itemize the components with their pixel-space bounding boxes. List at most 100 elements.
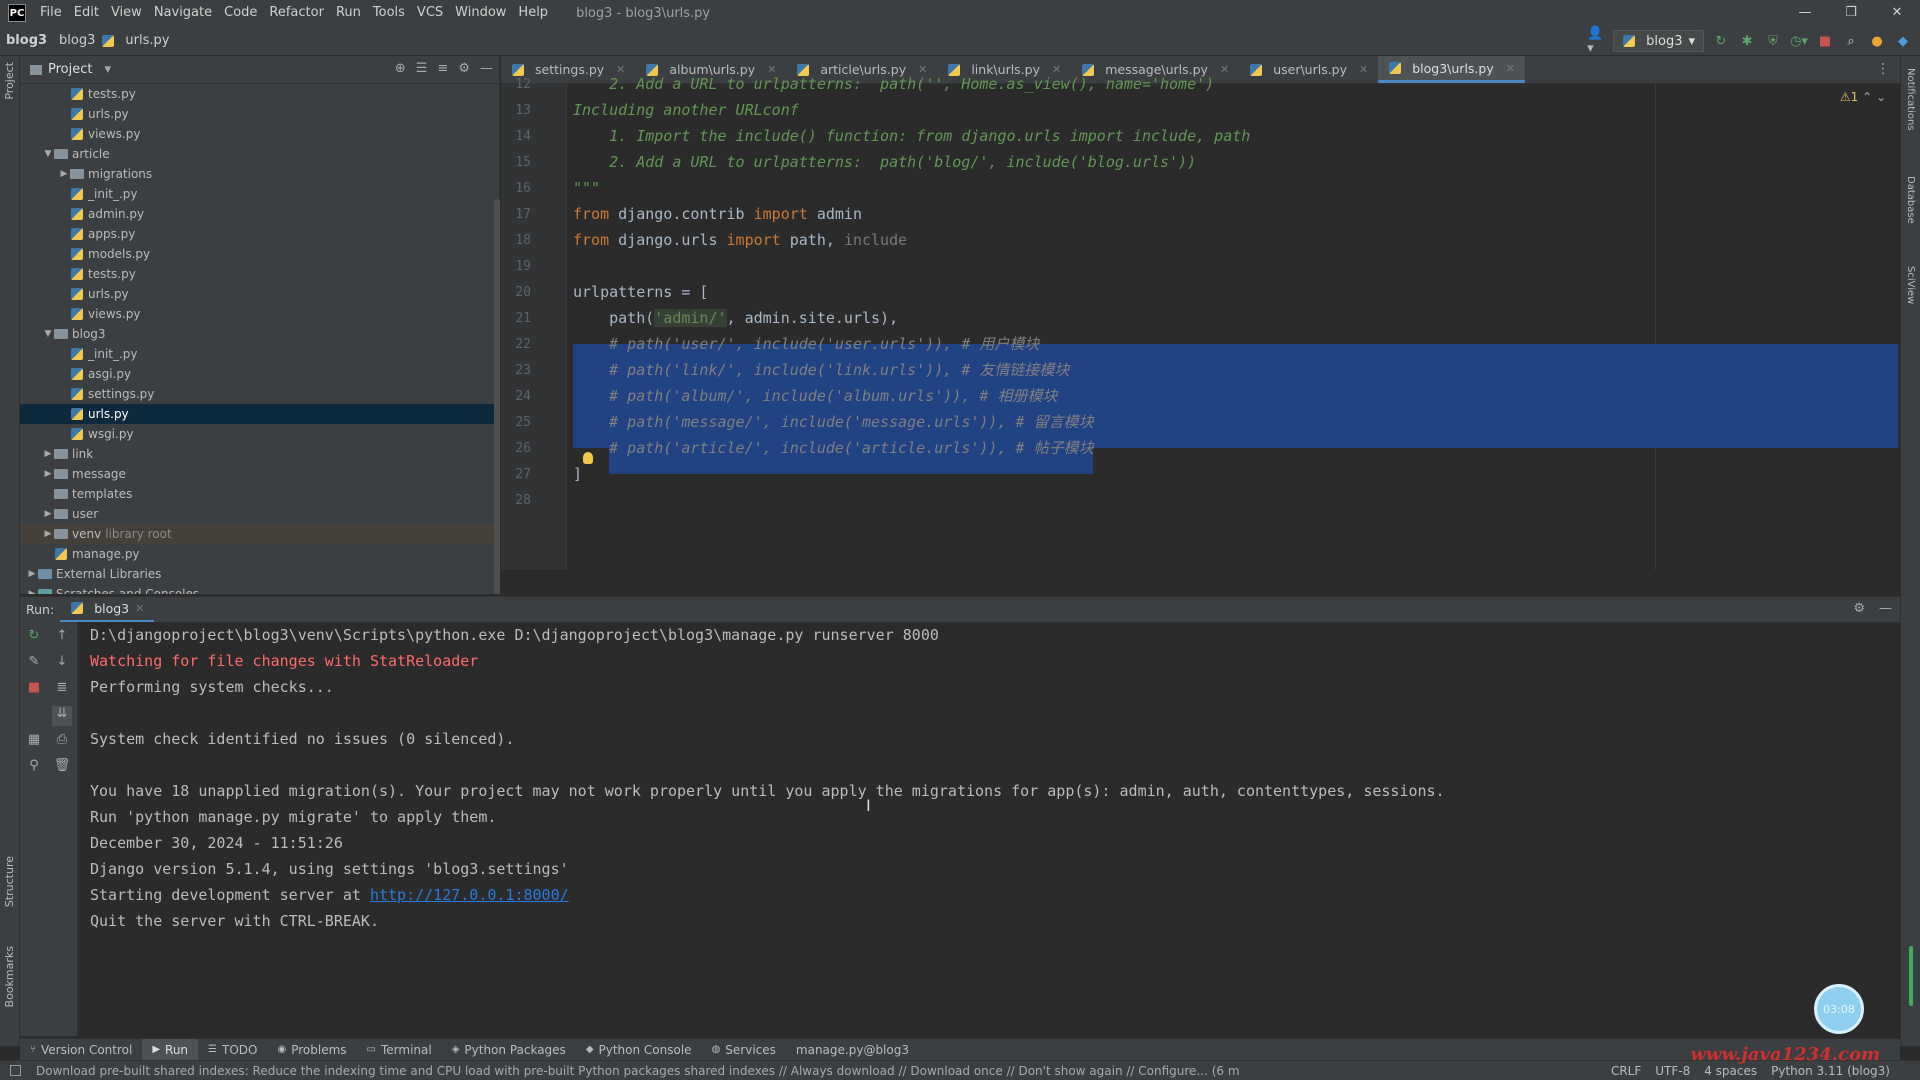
tree-item[interactable]: urls.py <box>20 404 494 424</box>
tree-item[interactable]: ▶ External Libraries <box>20 564 494 584</box>
more-tabs-icon[interactable]: ⋮ <box>1876 61 1890 77</box>
tree-item[interactable]: asgi.py <box>20 364 494 384</box>
menu-code[interactable]: Code <box>218 0 263 26</box>
tree-item[interactable]: tests.py <box>20 84 494 104</box>
chevron-right-icon[interactable]: ▶ <box>42 469 54 479</box>
rerun-icon[interactable]: ↻ <box>1712 32 1730 50</box>
warning-badge[interactable]: ⚠1 ⌃ ⌄ <box>1840 90 1886 104</box>
expand-all-icon[interactable]: ☰ <box>416 61 428 76</box>
tree-item[interactable]: manage.py <box>20 544 494 564</box>
tree-item[interactable]: ▶ Scratches and Consoles <box>20 584 494 594</box>
breadcrumb-file[interactable]: urls.py <box>119 33 175 48</box>
hide-icon[interactable]: — <box>1879 601 1892 616</box>
chevron-right-icon[interactable]: ▶ <box>58 169 70 179</box>
menu-file[interactable]: File <box>34 0 68 26</box>
gear-icon[interactable]: ⚙ <box>458 61 470 76</box>
stop-icon[interactable]: ■ <box>1816 32 1834 50</box>
tree-item[interactable]: ▶ link <box>20 444 494 464</box>
menu-edit[interactable]: Edit <box>68 0 105 26</box>
line-separator-widget[interactable]: CRLF <box>1611 1061 1641 1080</box>
menu-tools[interactable]: Tools <box>367 0 411 26</box>
menu-vcs[interactable]: VCS <box>411 0 449 26</box>
tool-window-button[interactable]: ⑂ Version Control <box>20 1043 142 1057</box>
server-url-link[interactable]: http://127.0.0.1:8000/ <box>370 886 569 904</box>
close-icon[interactable]: ✕ <box>1506 62 1515 75</box>
tree-item[interactable]: ▶ venv library root <box>20 524 494 544</box>
tool-window-button[interactable]: ◍ Services <box>702 1043 786 1057</box>
menu-navigate[interactable]: Navigate <box>148 0 218 26</box>
tree-item[interactable]: ▼ blog3 <box>20 324 494 344</box>
tool-window-button[interactable]: ◈ Python Packages <box>442 1043 576 1057</box>
scroll-to-end-icon[interactable]: ⇊ <box>52 706 72 726</box>
tool-window-button[interactable]: manage.py@blog3 <box>786 1043 919 1057</box>
search-icon[interactable]: ⌕ <box>1842 32 1860 50</box>
tool-window-button[interactable]: ▭ Terminal <box>357 1043 442 1057</box>
status-message[interactable]: Download pre-built shared indexes: Reduc… <box>0 1064 1240 1078</box>
jetbrains-icon[interactable]: ◆ <box>1894 32 1912 50</box>
wrench-icon[interactable]: ✎ <box>24 654 44 674</box>
arrow-down-icon[interactable]: ↓ <box>52 654 72 674</box>
collapse-all-icon[interactable]: ≡ <box>437 61 448 76</box>
chevron-down-icon[interactable]: ⌄ <box>1876 90 1886 104</box>
run-tab[interactable]: blog3 ✕ <box>60 597 155 623</box>
chevron-down-icon[interactable]: ▾ <box>104 62 111 77</box>
hide-icon[interactable]: — <box>480 61 493 76</box>
tool-window-button[interactable]: ▶ Run <box>142 1038 199 1061</box>
tree-item[interactable]: admin.py <box>20 204 494 224</box>
tree-item[interactable]: wsgi.py <box>20 424 494 444</box>
close-icon[interactable]: ✕ <box>135 602 144 615</box>
minimize-button[interactable]: — <box>1782 0 1828 26</box>
menu-view[interactable]: View <box>105 0 148 26</box>
code-editor[interactable]: 12 13 14 15 16 17 18 19 20 21 22 23 24 25 26 27 28 2. Ad… <box>501 75 1900 570</box>
breadcrumb-project[interactable]: blog3 <box>0 33 53 48</box>
tree-item[interactable]: views.py <box>20 124 494 144</box>
tree-item[interactable]: models.py <box>20 244 494 264</box>
encoding-widget[interactable]: UTF-8 <box>1655 1061 1690 1080</box>
sciview-tool-button[interactable]: SciView <box>1905 266 1916 304</box>
structure-tool-button[interactable]: Structure <box>3 856 16 907</box>
user-icon[interactable]: 👤▾ <box>1587 26 1605 56</box>
tree-item[interactable]: templates <box>20 484 494 504</box>
project-panel-title[interactable]: Project <box>48 62 92 77</box>
arrow-up-icon[interactable]: ↑ <box>52 628 72 648</box>
tree-item[interactable]: _init_.py <box>20 344 494 364</box>
layout-icon[interactable]: ▦ <box>24 732 44 752</box>
chevron-right-icon[interactable]: ▶ <box>26 589 38 594</box>
locate-icon[interactable]: ⊕ <box>395 61 406 76</box>
menu-help[interactable]: Help <box>512 0 554 26</box>
print-icon[interactable]: ⎙ <box>52 732 72 752</box>
update-icon[interactable]: ● <box>1868 32 1886 50</box>
tree-item[interactable]: _init_.py <box>20 184 494 204</box>
close-icon[interactable]: ✕ <box>1359 63 1368 76</box>
restore-button[interactable]: ❐ <box>1828 0 1874 26</box>
close-window-button[interactable]: ✕ <box>1874 0 1920 26</box>
tree-item[interactable]: ▼ article <box>20 144 494 164</box>
profile-icon[interactable]: ◷▾ <box>1790 32 1808 50</box>
status-toggle-icon[interactable] <box>10 1065 21 1076</box>
tree-item[interactable]: urls.py <box>20 284 494 304</box>
tree-item[interactable]: ▶ migrations <box>20 164 494 184</box>
tool-window-button[interactable]: ◆ Python Console <box>576 1043 702 1057</box>
soft-wrap-icon[interactable]: ≣ <box>52 680 72 700</box>
chevron-down-icon[interactable]: ▼ <box>42 329 54 339</box>
chevron-down-icon[interactable]: ▼ <box>42 149 54 159</box>
chevron-right-icon[interactable]: ▶ <box>42 529 54 539</box>
menu-refactor[interactable]: Refactor <box>263 0 330 26</box>
stop-icon[interactable]: ■ <box>24 680 44 700</box>
chevron-right-icon[interactable]: ▶ <box>26 569 38 579</box>
lightbulb-icon[interactable] <box>583 452 593 464</box>
notifications-tool-button[interactable]: Notifications <box>1905 68 1916 131</box>
tree-item[interactable]: settings.py <box>20 384 494 404</box>
tree-item[interactable]: apps.py <box>20 224 494 244</box>
chevron-right-icon[interactable]: ▶ <box>42 449 54 459</box>
tree-item[interactable]: urls.py <box>20 104 494 124</box>
breadcrumb-folder[interactable]: blog3 <box>53 33 101 48</box>
run-console[interactable]: D:\djangoproject\blog3\venv\Scripts\pyth… <box>78 622 1900 1036</box>
tool-window-button[interactable]: ☰ TODO <box>198 1043 267 1057</box>
menu-window[interactable]: Window <box>449 0 512 26</box>
chevron-up-icon[interactable]: ⌃ <box>1862 90 1872 104</box>
tree-item[interactable]: views.py <box>20 304 494 324</box>
pin-icon[interactable]: ⚲ <box>24 758 44 778</box>
close-icon[interactable]: ✕ <box>1220 63 1229 76</box>
editor-tab[interactable]: user\urls.py ✕ <box>1239 56 1378 83</box>
